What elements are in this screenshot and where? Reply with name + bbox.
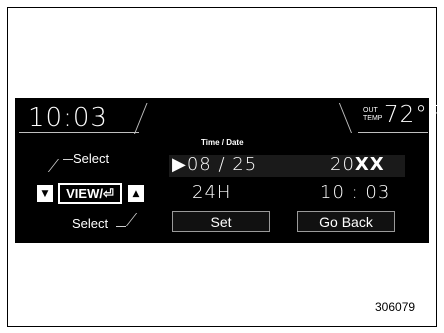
select-top-line — [63, 159, 73, 160]
select-top-slash — [47, 159, 59, 172]
temp-divider — [338, 103, 352, 133]
screen-title: Time / Date — [201, 138, 244, 147]
clock: 10:03 — [28, 103, 108, 133]
clock-divider — [134, 103, 148, 134]
date-row[interactable]: ▶08 / 25 — [172, 154, 257, 175]
set-button[interactable]: Set — [172, 211, 270, 232]
up-arrow-button[interactable]: ▲ — [128, 185, 144, 202]
figure-number: 306079 — [375, 300, 416, 314]
down-arrow-button[interactable]: ▼ — [37, 185, 53, 202]
view-enter-button[interactable]: VIEW/⏎ — [58, 183, 122, 204]
select-bottom-slash — [126, 213, 138, 226]
select-label-bottom: Select — [72, 216, 109, 231]
hour-format[interactable]: 24H — [192, 182, 231, 203]
select-bottom-line — [116, 226, 126, 227]
go-back-button[interactable]: Go Back — [297, 211, 395, 232]
outside-temperature: 72°F — [384, 102, 442, 128]
select-label-top: Select — [73, 151, 110, 166]
year-value[interactable]: 20XX — [330, 154, 385, 175]
row-selector-icon: ▶ — [172, 154, 187, 175]
display-screen: 10:03 OUT TEMP 72°F Time / Date ▶08 / 25… — [15, 98, 441, 243]
outside-temp-label: OUT TEMP — [363, 107, 383, 122]
time-value[interactable]: 10 : 03 — [320, 182, 390, 203]
date-value: 08 / 25 — [186, 154, 258, 175]
temp-underline — [358, 132, 428, 133]
clock-underline — [19, 132, 139, 133]
